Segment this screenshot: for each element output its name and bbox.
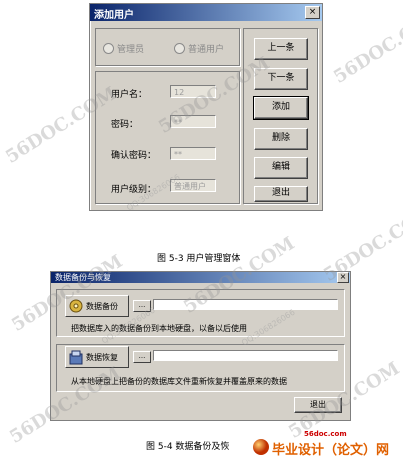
radio-admin[interactable] <box>103 43 114 54</box>
delete-button[interactable]: 删除 <box>254 128 308 150</box>
restore-browse-button[interactable]: ... <box>133 351 151 363</box>
buttons-groupbox: 上一条 下一条 添加 删除 编辑 退出 <box>243 28 318 204</box>
brand-logo: 56doc.com 毕业设计（论文）网 <box>252 430 402 458</box>
figure-caption-1: 图 5-3 用户管理窗体 <box>157 254 241 264</box>
title-bar[interactable]: 添加用户 × <box>90 4 322 21</box>
restore-button-label: 数据恢复 <box>86 353 118 362</box>
globe-icon <box>253 439 269 455</box>
confirm-password-label: 确认密码： <box>111 151 157 161</box>
edit-button[interactable]: 编辑 <box>254 157 308 179</box>
radio-admin-label[interactable]: 管理员 <box>117 42 144 55</box>
radio-normal-user[interactable] <box>174 43 185 54</box>
close-button[interactable]: × <box>305 6 320 19</box>
restore-icon <box>69 350 83 365</box>
backup-description: 把数据库入的数据备份到本地硬盘，以备以后使用 <box>71 324 247 333</box>
window-title: 添加用户 <box>94 10 134 21</box>
figure-caption-2: 图 5-4 数据备份及恢 <box>146 442 230 452</box>
backup-button-label: 数据备份 <box>86 302 118 311</box>
password-label: 密码： <box>111 120 139 130</box>
restore-button[interactable]: 数据恢复 <box>65 346 129 368</box>
restore-path-input[interactable] <box>153 350 338 361</box>
radio-normal-user-label[interactable]: 普通用户 <box>188 42 224 55</box>
exit-button[interactable]: 退出 <box>254 186 308 202</box>
role-groupbox: 管理员 普通用户 <box>95 28 240 66</box>
watermark-site-3: 56DOC.COM <box>330 2 403 88</box>
watermark-site-6: 56DOC.COM <box>320 200 403 286</box>
brand-text: 毕业设计（论文）网 <box>272 443 390 458</box>
confirm-password-input[interactable]: ** <box>170 147 216 160</box>
add-button[interactable]: 添加 <box>253 96 309 120</box>
